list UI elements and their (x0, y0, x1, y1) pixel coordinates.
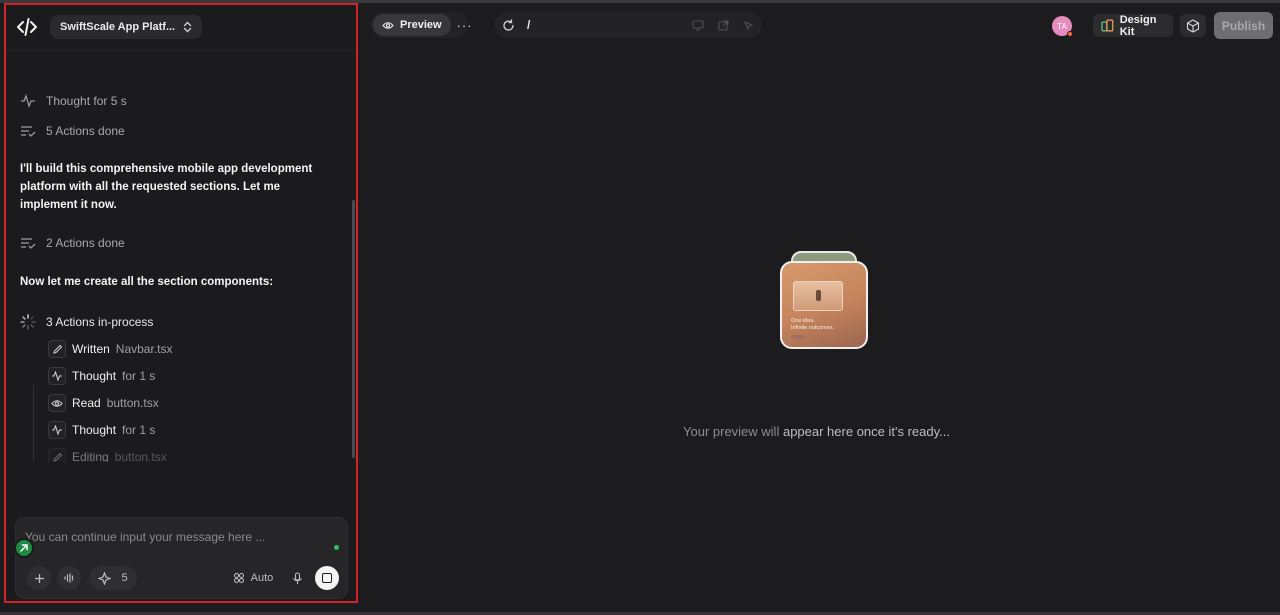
message-input[interactable]: You can continue input your message here… (25, 530, 265, 544)
code-logo-icon[interactable] (16, 17, 38, 37)
step-item[interactable]: Written Navbar.tsx (48, 340, 173, 358)
project-name: SwiftScale App Platf... (60, 21, 176, 33)
add-attachment-button[interactable] (27, 566, 51, 590)
eye-icon (382, 21, 394, 29)
pulse-icon (52, 425, 62, 435)
user-avatar[interactable]: TA (1052, 16, 1073, 37)
sparkle-icon (98, 571, 112, 585)
step-item[interactable]: Editing button.tsx (48, 448, 167, 462)
publish-button[interactable]: Publish (1214, 12, 1273, 39)
step-item[interactable]: Thought for 1 s (48, 367, 155, 385)
design-kit-button[interactable]: Design Kit (1093, 13, 1173, 38)
step-target: button.tsx (114, 450, 167, 462)
pulse-icon (52, 371, 62, 381)
thought-value: 5 s (110, 94, 127, 108)
status-dot (334, 545, 339, 550)
step-item[interactable]: Thought for 1 s (48, 421, 155, 439)
preview-card-caption: One idea. Infinite outcomes. (791, 318, 835, 331)
step-action: Read (72, 396, 101, 410)
chat-panel: SwiftScale App Platf... Thought for 5 s … (4, 3, 358, 603)
actions-done-label: 2 Actions done (46, 236, 125, 250)
microphone-button[interactable] (285, 566, 309, 590)
step-target: button.tsx (106, 396, 159, 410)
voice-wave-button[interactable] (57, 566, 81, 590)
package-button[interactable] (1180, 14, 1206, 37)
chat-scrollbar[interactable] (352, 200, 355, 458)
credits-button[interactable]: 5 (89, 566, 137, 590)
preview-card-window (793, 281, 843, 311)
more-options-button[interactable]: ··· (457, 18, 473, 33)
monitor-icon[interactable] (692, 19, 704, 31)
floating-help-badge[interactable] (14, 538, 34, 558)
stop-generation-button[interactable] (315, 566, 339, 590)
list-check-icon (21, 238, 36, 249)
pencil-icon (52, 452, 62, 462)
preview-placeholder-card: One idea. Infinite outcomes. (780, 261, 868, 349)
model-mode-button[interactable]: Auto (229, 566, 277, 590)
assistant-message: Now let me create all the section compon… (20, 276, 274, 288)
arrow-badge-icon (20, 544, 28, 552)
step-action: Thought (72, 423, 117, 437)
actions-in-process-label: 3 Actions in-process (46, 315, 154, 329)
step-target: Navbar.tsx (115, 342, 173, 356)
model-mode-label: Auto (250, 572, 274, 584)
message-composer: You can continue input your message here… (15, 517, 348, 599)
steps-guide-line (33, 385, 34, 462)
url-bar: / (494, 12, 762, 38)
credits-count: 5 (121, 572, 128, 584)
app-root: SwiftScale App Platf... Thought for 5 s … (0, 0, 1280, 615)
step-action: Thought (72, 369, 117, 383)
actions-done-row[interactable]: 2 Actions done (20, 236, 125, 250)
cursor-select-icon[interactable] (743, 20, 754, 31)
pencil-icon (52, 344, 62, 354)
model-icon (233, 572, 244, 584)
preview-loading-message: Your preview will appear here once it's … (683, 424, 950, 439)
plus-icon (34, 573, 44, 583)
design-kit-label: Design Kit (1119, 13, 1157, 38)
actions-in-process-row[interactable]: 3 Actions in-process (20, 314, 153, 330)
preview-label: Preview (400, 19, 442, 31)
step-action: Written (72, 342, 110, 356)
stop-icon (322, 573, 332, 583)
preview-toggle-group: Preview ··· (371, 12, 472, 38)
preview-card-tag (791, 335, 805, 339)
avatar-initials: TA (1057, 21, 1067, 31)
external-link-icon[interactable] (718, 19, 729, 31)
avatar-status-dot (1067, 31, 1073, 37)
waveform-icon (64, 573, 74, 583)
thought-label: Thought for (46, 94, 108, 108)
microphone-icon (292, 571, 302, 584)
step-item[interactable]: Read button.tsx (48, 394, 159, 412)
url-path[interactable]: / (527, 18, 530, 32)
design-kit-icon (1101, 19, 1114, 32)
preview-button[interactable]: Preview (373, 14, 451, 36)
actions-done-label: 5 Actions done (46, 124, 125, 138)
refresh-icon[interactable] (502, 18, 515, 32)
eye-icon (51, 399, 63, 407)
thought-row[interactable]: Thought for 5 s (20, 94, 127, 108)
chat-scroll-area[interactable]: Thought for 5 s 5 Actions done I'll buil… (6, 52, 356, 462)
chevron-updown-icon (183, 21, 192, 33)
step-target: for 1 s (122, 423, 156, 437)
pulse-icon (21, 94, 35, 108)
assistant-message: I'll build this comprehensive mobile app… (20, 163, 313, 211)
project-switcher[interactable]: SwiftScale App Platf... (50, 15, 203, 39)
spinner-icon (20, 314, 36, 330)
chat-header: SwiftScale App Platf... (6, 5, 356, 51)
step-target: for 1 s (122, 369, 156, 383)
list-check-icon (21, 126, 36, 137)
step-action: Editing (72, 450, 109, 462)
cube-icon (1186, 18, 1200, 33)
actions-done-row[interactable]: 5 Actions done (20, 124, 125, 138)
